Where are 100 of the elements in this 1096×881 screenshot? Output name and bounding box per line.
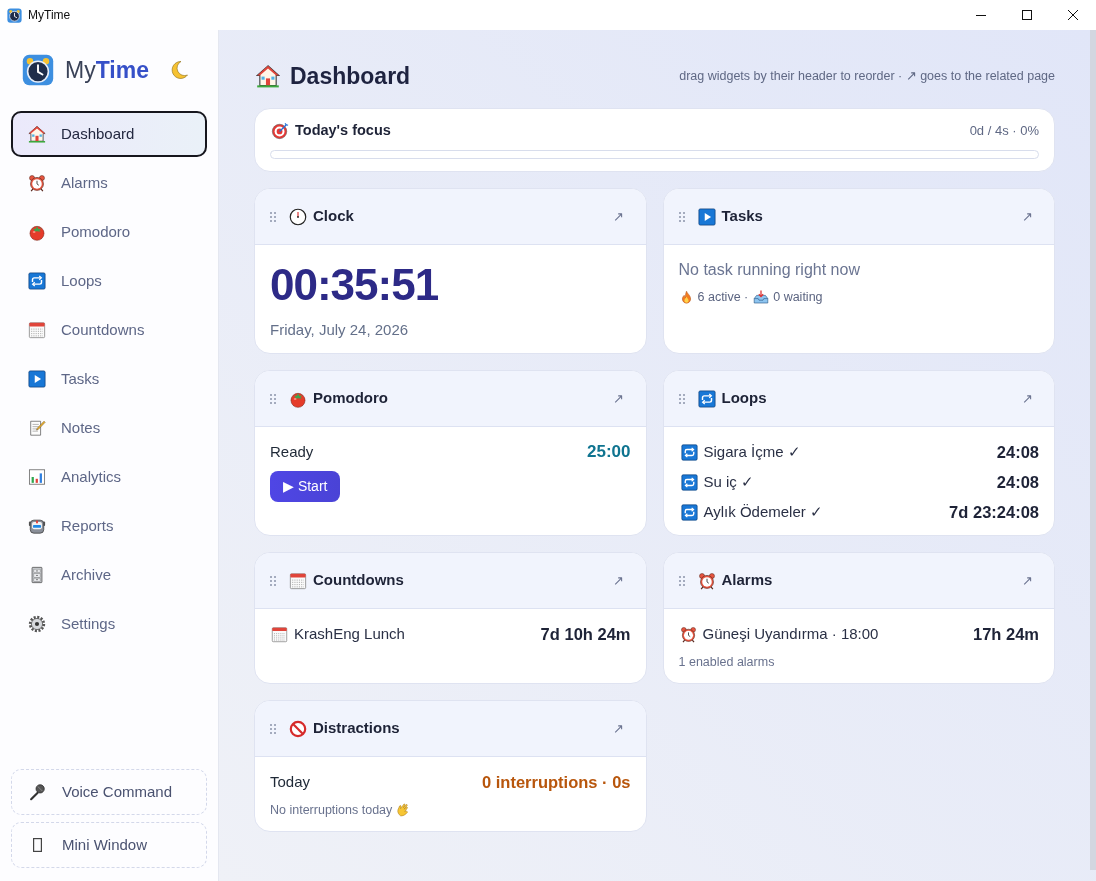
minimize-icon xyxy=(976,14,986,16)
repeat-icon xyxy=(697,389,716,408)
bar-chart-icon xyxy=(28,468,46,486)
drag-handle-icon xyxy=(270,723,276,734)
open-page-button[interactable]: ↗ xyxy=(606,204,631,229)
countdown-name: KrashEng Lunch xyxy=(294,623,405,644)
notepad-icon xyxy=(28,419,46,437)
timer-remaining: 25:00 xyxy=(587,441,631,464)
house-icon xyxy=(256,64,280,88)
drag-handle-icon xyxy=(270,575,276,586)
gear-icon xyxy=(28,615,46,633)
widget-title: Countdowns xyxy=(313,570,404,591)
tomato-icon xyxy=(28,223,46,241)
open-page-button[interactable]: ↗ xyxy=(606,568,631,593)
calendar-icon xyxy=(28,321,46,339)
sidebar-item[interactable]: Settings xyxy=(11,601,207,647)
alarm-time: 17h 24m xyxy=(971,623,1039,645)
timer-state: Ready xyxy=(270,441,314,462)
app-logo-text: MyTime xyxy=(65,56,149,85)
sidebar-item[interactable]: Dashboard xyxy=(11,111,207,157)
widget-header[interactable]: Loops ↗ xyxy=(663,371,1054,427)
focus-title: Today's focus xyxy=(295,121,391,141)
widget-header[interactable]: Tasks ↗ xyxy=(663,189,1054,245)
microphone-icon xyxy=(28,783,46,801)
focus-summary: 0d / 4s · 0% xyxy=(969,122,1039,141)
loop-name: Sigara İçme ✓ xyxy=(703,441,801,462)
calendar-icon xyxy=(289,571,307,590)
interruption-count: 0 interruptions · 0s xyxy=(481,771,631,793)
house-icon xyxy=(28,125,46,143)
open-page-button[interactable]: ↗ xyxy=(1015,386,1039,411)
mini-window-button[interactable]: Mini Window xyxy=(11,822,207,868)
open-page-button[interactable]: ↗ xyxy=(606,716,631,741)
window-title: MyTime xyxy=(28,7,71,24)
clock-logo-icon xyxy=(22,54,54,86)
clock-logo-icon xyxy=(7,7,22,23)
sidebar-item[interactable]: Archive xyxy=(11,552,207,598)
loop-name: Su iç ✓ xyxy=(703,471,754,492)
widget-title: Alarms xyxy=(721,570,773,591)
sidebar-item[interactable]: Tasks xyxy=(11,356,207,402)
loop-name: Aylık Ödemeler ✓ xyxy=(703,501,823,522)
maximize-icon xyxy=(1022,10,1032,20)
theme-toggle-button[interactable] xyxy=(168,60,189,80)
window-outline-icon xyxy=(32,838,42,852)
widget-title: Loops xyxy=(721,388,767,409)
drag-handle-icon xyxy=(678,393,685,404)
clock-icon xyxy=(289,207,307,226)
start-button[interactable]: ▶ Start xyxy=(270,471,341,502)
open-page-button[interactable]: ↗ xyxy=(1015,204,1039,229)
clock-date: Friday, July 24, 2026 xyxy=(270,320,409,340)
widget-header[interactable]: Clock ↗ xyxy=(255,189,646,245)
open-page-button[interactable]: ↗ xyxy=(606,386,631,411)
sidebar-item[interactable]: Countdowns xyxy=(11,307,207,353)
page-hint: drag widgets by their header to reorder · ↗ goes to the related page xyxy=(679,67,1055,85)
sidebar-item[interactable]: Loops xyxy=(11,258,207,304)
page-title: Dashboard xyxy=(290,61,411,91)
drag-handle-icon xyxy=(678,211,685,222)
loop-time: 7d 23:24:08 xyxy=(948,501,1039,523)
close-icon xyxy=(1068,10,1078,20)
widget-header[interactable]: Alarms ↗ xyxy=(663,553,1054,609)
sidebar-item[interactable]: Notes xyxy=(11,405,207,451)
repeat-icon xyxy=(680,503,698,521)
repeat-icon xyxy=(680,473,698,491)
alarm-clock-icon xyxy=(679,625,697,643)
alarm-clock-icon xyxy=(28,174,46,192)
play-icon xyxy=(697,207,716,226)
task-status: No task running right now xyxy=(678,260,860,280)
waiting-count: 0 waiting xyxy=(773,288,823,306)
drag-handle-icon xyxy=(270,211,276,222)
widget-header[interactable]: Distractions ↗ xyxy=(255,701,646,757)
interruption-note: No interruptions today xyxy=(270,801,393,819)
countdown-time: 7d 10h 24m xyxy=(539,623,631,645)
voice-command-button[interactable]: Voice Command xyxy=(11,769,207,815)
alarm-clock-icon xyxy=(697,571,716,590)
sidebar-item[interactable]: Pomodoro xyxy=(11,209,207,255)
scrollbar-thumb[interactable] xyxy=(1090,30,1096,870)
repeat-icon xyxy=(680,443,698,461)
drag-handle-icon xyxy=(678,575,685,586)
sidebar-item[interactable]: Reports xyxy=(11,503,207,549)
drag-handle-icon xyxy=(270,393,276,404)
sidebar-item[interactable]: Alarms xyxy=(11,160,207,206)
period-label: Today xyxy=(270,771,311,792)
widget-title: Tasks xyxy=(721,206,763,227)
widget-title: Clock xyxy=(313,206,354,227)
sidebar-item[interactable]: Analytics xyxy=(11,454,207,500)
open-page-button[interactable]: ↗ xyxy=(1015,568,1039,593)
clock-time: 00:35:51 xyxy=(270,259,439,311)
widget-header[interactable]: Countdowns ↗ xyxy=(255,553,646,609)
target-icon xyxy=(271,122,289,140)
calendar-icon xyxy=(271,625,288,643)
robot-icon xyxy=(28,517,46,535)
alarm-summary: 1 enabled alarms xyxy=(678,654,775,671)
inbox-tray-icon xyxy=(753,289,770,305)
prohibited-icon xyxy=(289,719,307,738)
widget-title: Distractions xyxy=(313,718,400,739)
alarm-name: Güneşi Uyandırma · 18:00 xyxy=(702,623,879,644)
loop-time: 24:08 xyxy=(995,471,1039,493)
widget-title: Pomodoro xyxy=(313,388,388,409)
play-icon xyxy=(28,370,46,388)
loop-time: 24:08 xyxy=(995,441,1039,463)
widget-header[interactable]: Pomodoro ↗ xyxy=(255,371,646,427)
